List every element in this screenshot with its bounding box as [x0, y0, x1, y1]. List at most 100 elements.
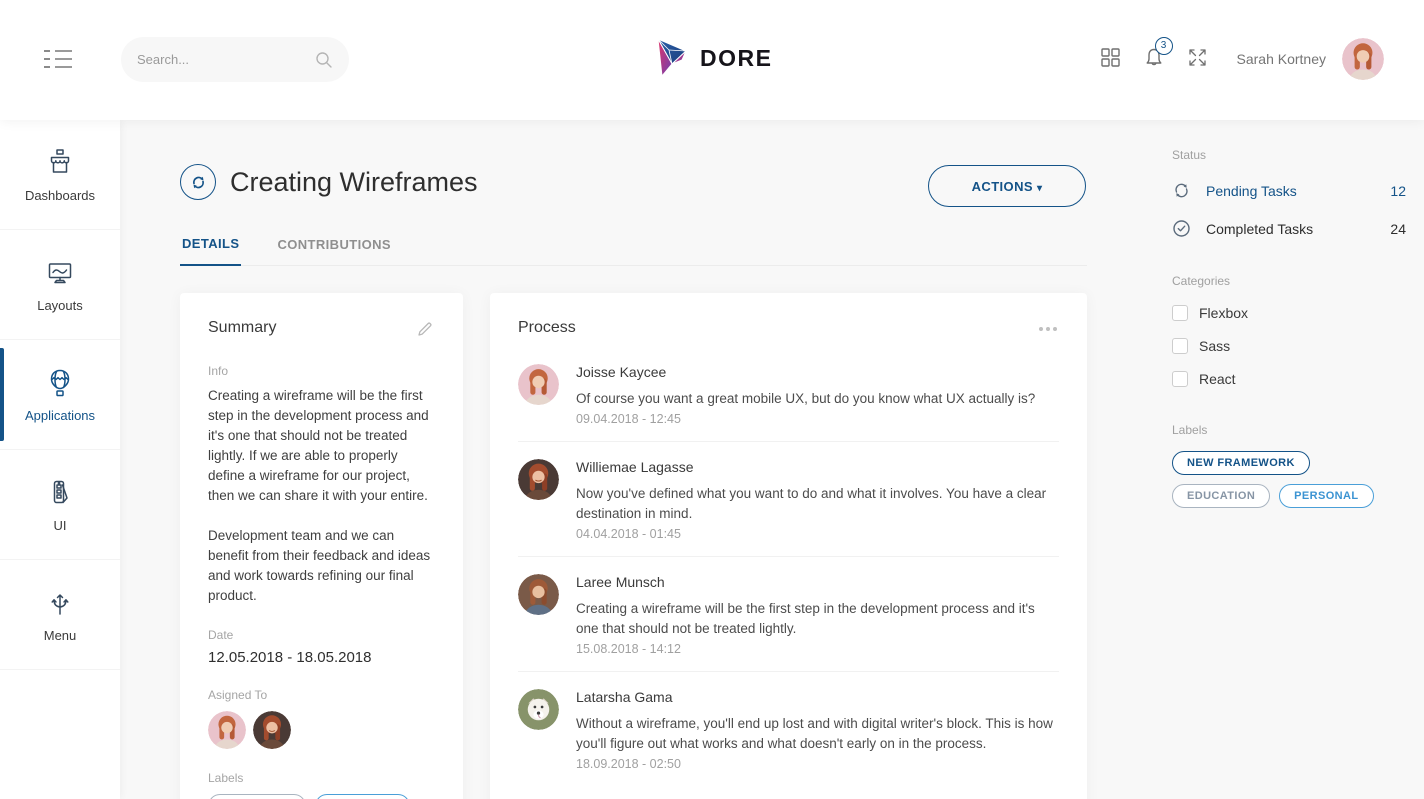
- comment-item: Joisse Kaycee Of course you want a great…: [518, 347, 1059, 442]
- shop-icon: [44, 147, 76, 179]
- info-label: Info: [208, 364, 435, 378]
- info-paragraph: Development team and we can benefit from…: [208, 526, 435, 606]
- completed-tasks-label: Completed Tasks: [1206, 221, 1390, 237]
- fullscreen-button[interactable]: [1188, 48, 1207, 70]
- sidebar-item-label: Applications: [25, 408, 95, 423]
- page-title-row: Creating Wireframes: [180, 164, 478, 200]
- categories-section-title: Categories: [1172, 274, 1406, 288]
- dore-logo-icon: [652, 36, 690, 80]
- tab-contributions[interactable]: CONTRIBUTIONS: [275, 228, 393, 265]
- checkbox[interactable]: [1172, 371, 1188, 387]
- comment-author: Latarsha Gama: [576, 689, 1059, 705]
- edit-summary-button[interactable]: [415, 319, 435, 342]
- header-actions: 3 Sarah Kortney: [1077, 36, 1385, 82]
- category-flexbox[interactable]: Flexbox: [1172, 305, 1406, 321]
- comment-date: 18.09.2018 - 02:50: [576, 757, 1059, 771]
- assigned-label: Asigned To: [208, 688, 435, 702]
- comment-author: Williemae Lagasse: [576, 459, 1059, 475]
- sidebar-item-label: Menu: [44, 628, 77, 643]
- balloon-icon: [44, 367, 76, 399]
- sidebar-item-menu[interactable]: Menu: [0, 560, 120, 670]
- logo-text: DORE: [700, 45, 772, 72]
- process-title: Process: [518, 319, 576, 337]
- assigned-avatar: [253, 711, 291, 749]
- comment-text: Of course you want a great mobile UX, bu…: [576, 389, 1035, 409]
- comment-text: Without a wireframe, you'll end up lost …: [576, 714, 1059, 754]
- monitor-icon: [44, 257, 76, 289]
- labels-section-title: Labels: [1172, 423, 1406, 437]
- sidebar-item-label: Dashboards: [25, 188, 95, 203]
- notifications-button[interactable]: 3: [1144, 47, 1164, 72]
- sidebar-item-applications[interactable]: Applications: [0, 340, 120, 450]
- comment-avatar: [518, 574, 559, 615]
- comment-list: Joisse Kaycee Of course you want a great…: [518, 347, 1059, 786]
- search-box: [121, 37, 349, 82]
- comment-date: 09.04.2018 - 12:45: [576, 412, 1035, 426]
- apps-grid-button[interactable]: [1101, 48, 1120, 70]
- checkbox[interactable]: [1172, 305, 1188, 321]
- label-pill-personal[interactable]: PERSONAL: [315, 794, 409, 799]
- grid-icon: [1101, 48, 1120, 67]
- comment-avatar: [518, 459, 559, 500]
- labels-label: Labels: [208, 771, 435, 785]
- info-paragraph: Creating a wireframe will be the first s…: [208, 386, 435, 506]
- process-menu-button[interactable]: [1037, 319, 1059, 333]
- app-logo[interactable]: DORE: [652, 36, 772, 80]
- completed-tasks-row[interactable]: Completed Tasks 24: [1172, 219, 1406, 238]
- search-icon[interactable]: [315, 51, 333, 69]
- sidebar-item-dashboards[interactable]: Dashboards: [0, 120, 120, 230]
- comment-date: 15.08.2018 - 14:12: [576, 642, 1059, 656]
- pending-tasks-label: Pending Tasks: [1206, 183, 1390, 199]
- checkbox[interactable]: [1172, 338, 1188, 354]
- labels-section: Labels NEW FRAMEWORK EDUCATION PERSONAL: [1172, 423, 1406, 508]
- left-sidebar: Dashboards Layouts Applications: [0, 120, 120, 799]
- pending-icon: [1172, 181, 1191, 200]
- right-sidebar: Status Pending Tasks 12 C: [1172, 148, 1406, 508]
- categories-section: Categories Flexbox Sass React: [1172, 274, 1406, 387]
- comment-text: Now you've defined what you want to do a…: [576, 484, 1059, 524]
- user-avatar[interactable]: [1342, 38, 1384, 80]
- check-circle-icon: [1172, 219, 1191, 238]
- fullscreen-icon: [1188, 48, 1207, 67]
- search-input[interactable]: [137, 52, 315, 67]
- category-sass[interactable]: Sass: [1172, 338, 1406, 354]
- pending-tasks-value: 12: [1390, 183, 1406, 199]
- assigned-avatars: [208, 711, 435, 749]
- labels-pills: NEW FRAMEWORK EDUCATION PERSONAL: [1172, 451, 1406, 508]
- ellipsis-icon: [1039, 321, 1057, 331]
- pending-tasks-row[interactable]: Pending Tasks 12: [1172, 181, 1406, 200]
- process-card: Process Joisse Kaycee Of course you want…: [490, 293, 1087, 799]
- comment-date: 04.04.2018 - 01:45: [576, 527, 1059, 541]
- page-title: Creating Wireframes: [230, 167, 478, 198]
- notification-badge: 3: [1155, 37, 1173, 55]
- actions-dropdown-button[interactable]: ACTIONS▾: [928, 165, 1086, 207]
- refresh-button[interactable]: [180, 164, 216, 200]
- tab-details[interactable]: DETAILS: [180, 228, 241, 266]
- date-value: 12.05.2018 - 18.05.2018: [208, 649, 435, 666]
- pencil-icon: [417, 321, 433, 337]
- completed-tasks-value: 24: [1390, 221, 1406, 237]
- sidebar-toggle-button[interactable]: [44, 50, 74, 68]
- comment-avatar: [518, 689, 559, 730]
- comment-item: Laree Munsch Creating a wireframe will b…: [518, 557, 1059, 672]
- sidebar-item-layouts[interactable]: Layouts: [0, 230, 120, 340]
- app-root: DORE 3: [0, 0, 1424, 799]
- menu-icon: [44, 50, 74, 52]
- category-react[interactable]: React: [1172, 371, 1406, 387]
- sidebar-item-label: UI: [54, 518, 67, 533]
- comment-item: Latarsha Gama Without a wireframe, you'l…: [518, 672, 1059, 786]
- sidebar-item-ui[interactable]: UI: [0, 450, 120, 560]
- label-pill-education[interactable]: EDUCATION: [208, 794, 306, 799]
- label-pill-personal[interactable]: PERSONAL: [1279, 484, 1373, 508]
- comment-text: Creating a wireframe will be the first s…: [576, 599, 1059, 639]
- status-section-title: Status: [1172, 148, 1406, 162]
- summary-title: Summary: [208, 319, 276, 337]
- label-pill-new-framework[interactable]: NEW FRAMEWORK: [1172, 451, 1310, 475]
- label-pill-education[interactable]: EDUCATION: [1172, 484, 1270, 508]
- user-name[interactable]: Sarah Kortney: [1237, 51, 1327, 67]
- top-header: DORE 3: [0, 0, 1424, 120]
- comment-author: Joisse Kaycee: [576, 364, 1035, 380]
- branch-arrows-icon: [44, 587, 76, 619]
- summary-card: Summary Info Creating a wireframe will b…: [180, 293, 463, 799]
- comment-author: Laree Munsch: [576, 574, 1059, 590]
